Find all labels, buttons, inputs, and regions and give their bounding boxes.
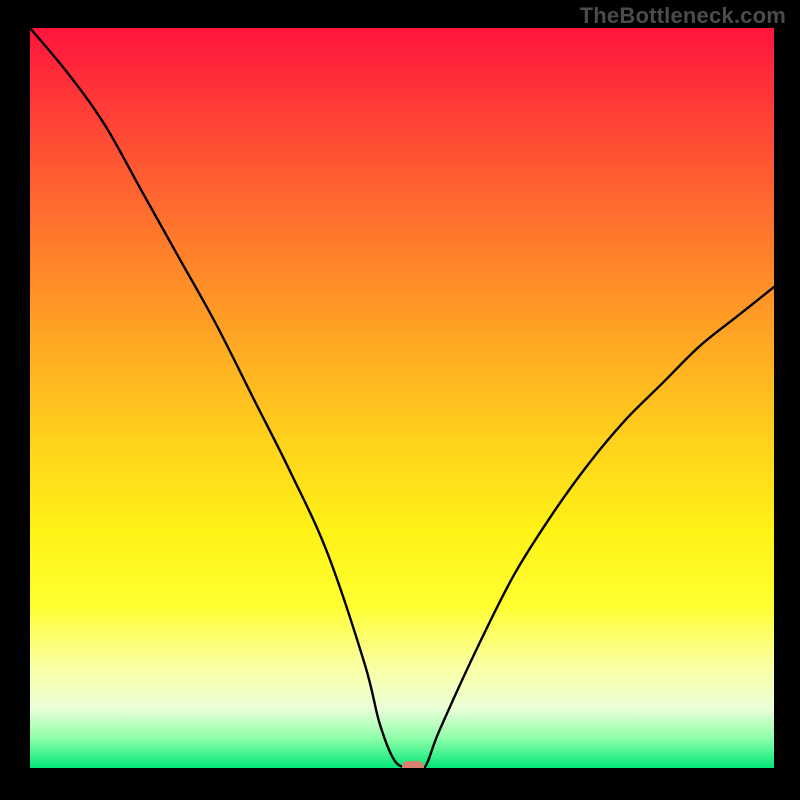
- watermark-text: TheBottleneck.com: [580, 3, 786, 29]
- optimal-point-marker: [402, 761, 424, 768]
- chart-frame: TheBottleneck.com: [0, 0, 800, 800]
- plot-area: [30, 28, 774, 768]
- bottleneck-curve: [30, 28, 774, 768]
